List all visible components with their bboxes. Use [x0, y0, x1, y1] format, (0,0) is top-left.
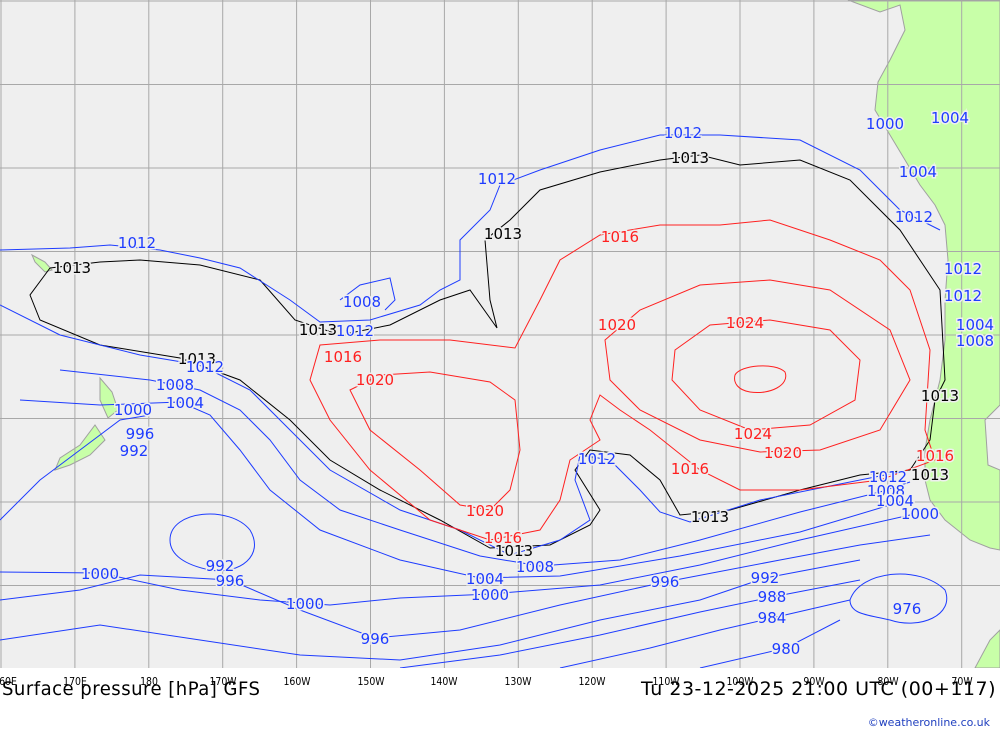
- isobar-label: 992: [206, 557, 235, 575]
- isobar-label: 996: [126, 425, 155, 443]
- isobar-label: 1012: [944, 287, 982, 305]
- isobar-label: 1012: [895, 208, 933, 226]
- isobar-label: 1013: [484, 225, 522, 243]
- isobar-label: 992: [751, 569, 780, 587]
- isobar-label: 1016: [671, 460, 709, 478]
- isobar-label: 1016: [484, 529, 522, 547]
- longitude-tick: 140W: [430, 675, 458, 688]
- isobar-label: 1008: [343, 293, 381, 311]
- longitude-tick: 150W: [356, 675, 385, 688]
- longitude-tick: 160W: [283, 675, 311, 688]
- isobar-label: 1012: [664, 124, 702, 142]
- isobar-label: 1000: [471, 586, 509, 604]
- isobar-label: 1000: [81, 565, 119, 583]
- isobar-label: 1024: [734, 425, 772, 443]
- ocean: [0, 0, 1000, 668]
- isobar-label: 1013: [691, 508, 729, 526]
- isobar-label: 992: [120, 442, 149, 460]
- isobar-label: 1004: [931, 109, 969, 127]
- isobar-label: 1020: [466, 502, 504, 520]
- isobar-label: 984: [758, 609, 787, 627]
- isobar-label: 1020: [764, 444, 802, 462]
- isobar-label: 1004: [166, 394, 204, 412]
- isobar-label: 1012: [186, 358, 224, 376]
- isobar-label: 1000: [114, 401, 152, 419]
- isobar-label: 1020: [356, 371, 394, 389]
- isobar-label: 996: [651, 573, 680, 591]
- valid-time: Tu 23-12-2025 21:00 UTC (00+117): [641, 678, 996, 700]
- credit-link[interactable]: ©weatheronline.co.uk: [868, 716, 990, 729]
- longitude-tick: 130W: [504, 675, 532, 688]
- isobar-label: 1016: [916, 447, 954, 465]
- isobar-label: 1020: [598, 316, 636, 334]
- map-title: Surface pressure [hPa] GFS: [2, 678, 261, 700]
- isobar-label: 1012: [944, 260, 982, 278]
- isobar-label: 1004: [899, 163, 937, 181]
- isobar-label: 1008: [956, 332, 994, 350]
- isobar-label: 1008: [516, 558, 554, 576]
- isobar-label: 1013: [53, 259, 91, 277]
- isobar-label: 1000: [901, 505, 939, 523]
- longitude-tick: 120W: [578, 675, 606, 688]
- isobar-label: 1008: [156, 376, 194, 394]
- isobar-label: 1016: [324, 348, 362, 366]
- isobar-label: 976: [893, 600, 922, 618]
- isobar-label: 988: [758, 588, 787, 606]
- isobar-label: 1000: [286, 595, 324, 613]
- isobar-label: 1013: [671, 149, 709, 167]
- isobar-label: 1013: [921, 387, 959, 405]
- pressure-map: 1013101310131013101310131013101310131012…: [0, 0, 1000, 668]
- isobar-label: 980: [772, 640, 801, 658]
- isobar-label: 1000: [866, 115, 904, 133]
- isobar-label: 996: [361, 630, 390, 648]
- isobar-label: 1012: [478, 170, 516, 188]
- isobar-label: 1013: [911, 466, 949, 484]
- isobar-label: 1012: [336, 322, 374, 340]
- isobar-label: 1012: [578, 450, 616, 468]
- isobar-label: 1012: [118, 234, 156, 252]
- isobar-label: 1013: [299, 321, 337, 339]
- isobar-label: 1016: [601, 228, 639, 246]
- isobar-label: 1024: [726, 314, 764, 332]
